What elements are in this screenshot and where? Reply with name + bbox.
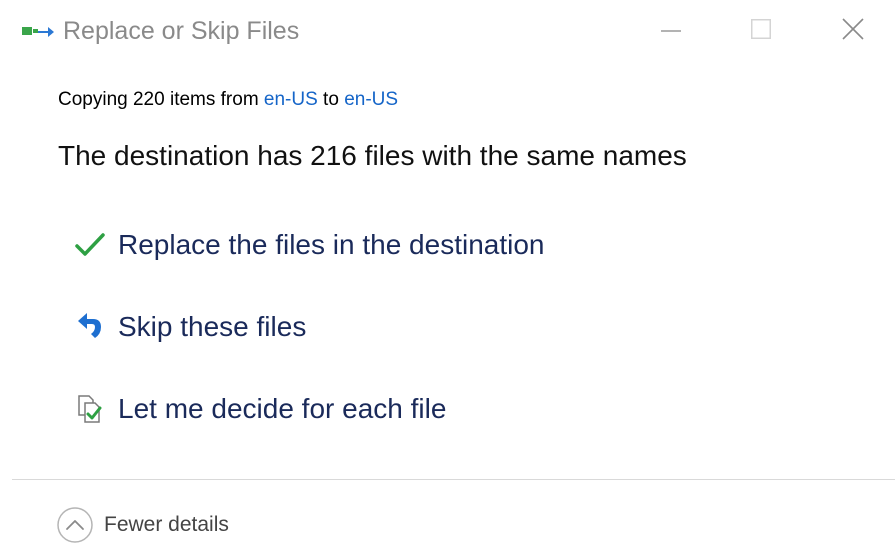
copy-summary-middle: to bbox=[317, 89, 345, 110]
fewer-details-toggle[interactable]: Fewer details bbox=[56, 505, 229, 545]
copy-summary: Copying 220 items from en-US to en-US bbox=[58, 86, 398, 114]
source-folder-link[interactable]: en-US bbox=[264, 89, 318, 110]
skip-arrow-icon bbox=[78, 313, 101, 338]
replace-skip-dialog: Replace or Skip Files Copying 220 items … bbox=[0, 0, 895, 554]
destination-folder-link[interactable]: en-US bbox=[344, 89, 398, 110]
title-bar[interactable]: Replace or Skip Files bbox=[0, 0, 895, 62]
window-title: Replace or Skip Files bbox=[63, 17, 300, 45]
minimize-icon bbox=[661, 30, 681, 32]
copy-summary-prefix: Copying 220 items from bbox=[58, 89, 264, 110]
skip-files-option[interactable]: Skip these files bbox=[74, 304, 306, 350]
skip-files-label: Skip these files bbox=[118, 311, 307, 342]
fewer-details-label: Fewer details bbox=[104, 513, 229, 536]
footer-divider bbox=[12, 479, 895, 480]
replace-files-label: Replace the files in the destination bbox=[118, 229, 545, 260]
close-button[interactable] bbox=[830, 8, 876, 50]
chevron-up-circle-icon bbox=[57, 507, 93, 543]
decide-each-file-option[interactable]: Let me decide for each file bbox=[74, 386, 446, 432]
replace-files-option[interactable]: Replace the files in the destination bbox=[74, 222, 545, 268]
close-icon bbox=[842, 18, 864, 40]
copy-files-icon bbox=[22, 27, 54, 37]
conflict-headline: The destination has 216 files with the s… bbox=[58, 140, 687, 171]
minimize-button[interactable] bbox=[648, 8, 694, 50]
decide-each-file-label: Let me decide for each file bbox=[118, 393, 447, 424]
compare-files-icon bbox=[78, 395, 102, 423]
checkmark-icon bbox=[75, 233, 105, 256]
maximize-icon bbox=[751, 19, 771, 39]
maximize-button[interactable] bbox=[738, 8, 784, 50]
